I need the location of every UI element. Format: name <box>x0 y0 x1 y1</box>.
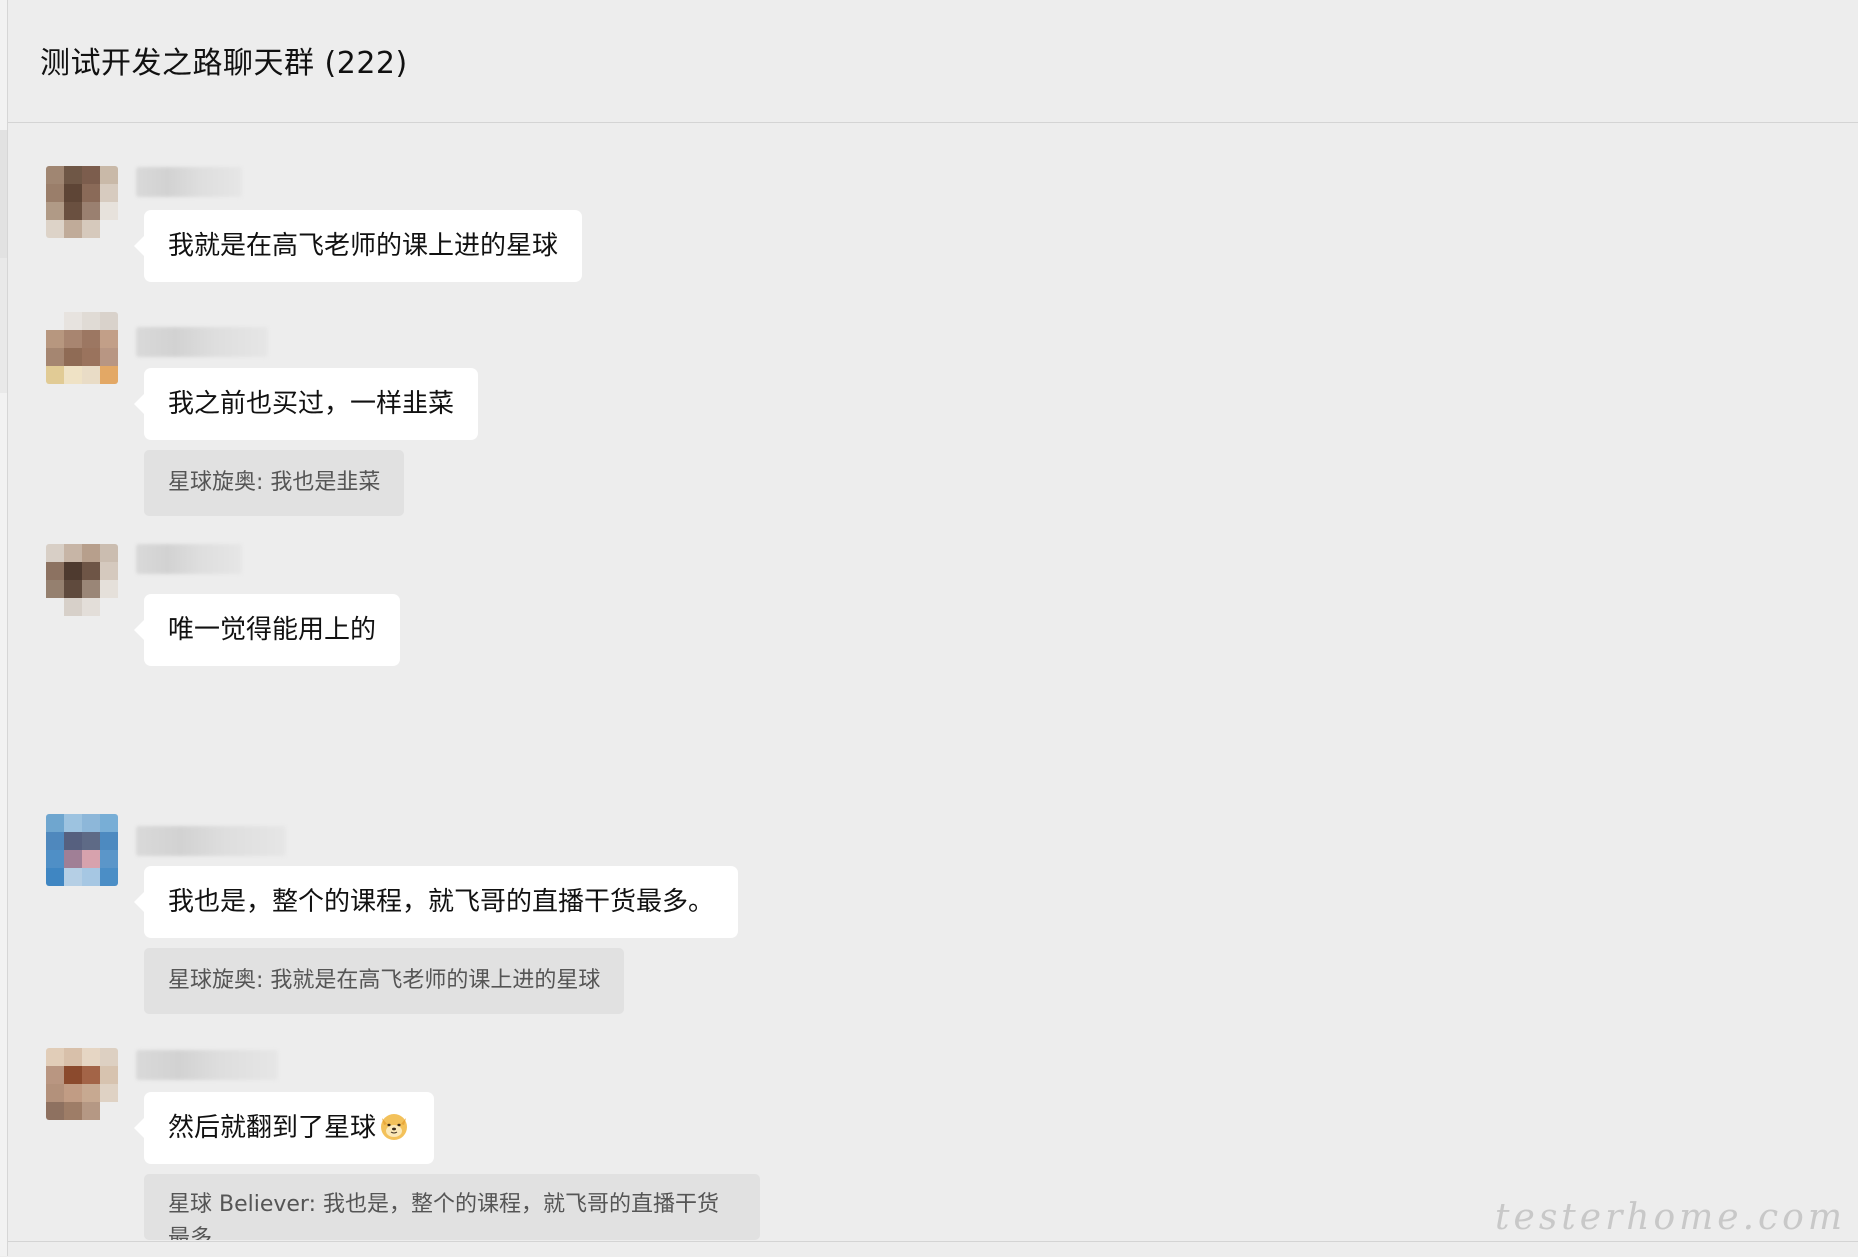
avatar[interactable] <box>46 312 118 384</box>
message-bubble[interactable]: 我之前也买过，一样韭菜 <box>133 368 479 440</box>
sender-name-blurred <box>136 544 242 574</box>
doge-emoji-icon <box>381 1114 408 1140</box>
chat-title: 测试开发之路聊天群 (222) <box>40 46 408 81</box>
window-left-border <box>0 0 8 1256</box>
input-area-border <box>8 1241 1858 1257</box>
watermark: testerhome.com <box>1495 1197 1846 1238</box>
avatar[interactable] <box>46 1048 118 1120</box>
rail-highlight <box>0 258 7 393</box>
avatar[interactable] <box>46 814 118 886</box>
message-bubble[interactable]: 我也是，整个的课程，就飞哥的直播干货最多。 <box>133 866 739 938</box>
message-list[interactable]: 我就是在高飞老师的课上进的星球 我之前也买过，一样韭菜 星球旋奥: 我也是韭菜 … <box>8 123 1858 1241</box>
sender-name-blurred <box>136 1050 278 1080</box>
rail-highlight <box>0 130 7 258</box>
message-bubble[interactable]: 唯一觉得能用上的 <box>133 594 401 666</box>
message-bubble[interactable]: 然后就翻到了星球 <box>133 1092 435 1164</box>
sender-name-blurred <box>136 327 268 357</box>
chat-header: 测试开发之路聊天群 (222) <box>8 0 1858 123</box>
message-text: 然后就翻到了星球 <box>168 1113 377 1143</box>
message-bubble[interactable]: 我就是在高飞老师的课上进的星球 <box>133 210 583 282</box>
sender-name-blurred <box>136 826 286 856</box>
avatar[interactable] <box>46 166 118 238</box>
quoted-reply[interactable]: 星球 Believer: 我也是，整个的课程，就飞哥的直播干货最多 <box>144 1174 760 1240</box>
quoted-reply[interactable]: 星球旋奥: 我也是韭菜 <box>144 450 405 516</box>
sender-name-blurred <box>136 167 242 197</box>
quoted-reply[interactable]: 星球旋奥: 我就是在高飞老师的课上进的星球 <box>144 948 625 1014</box>
avatar[interactable] <box>46 544 118 616</box>
